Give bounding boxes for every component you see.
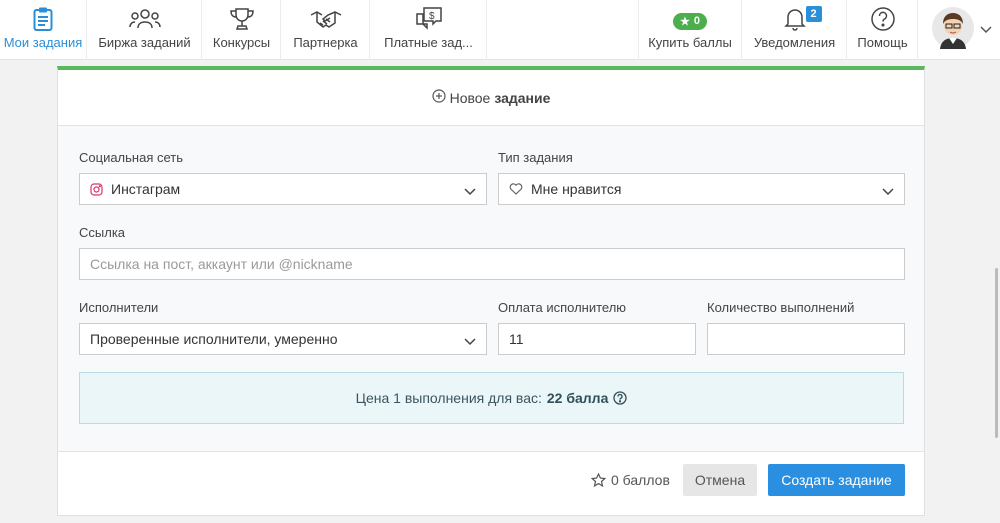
social-network-value: Инстаграм — [111, 181, 181, 197]
points-value: 0 баллов — [611, 472, 670, 488]
count-field[interactable] — [707, 323, 905, 355]
nav-exchange-label: Биржа заданий — [98, 35, 191, 50]
card-footer: 0 баллов Отмена Создать задание — [58, 452, 924, 516]
notifications-count: 2 — [805, 6, 822, 22]
stars-count: 0 — [693, 15, 700, 27]
nav-notifications-label: Уведомления — [753, 35, 836, 50]
nav-paid-tasks[interactable]: $ Платные зад... — [371, 0, 487, 60]
chevron-down-icon — [464, 183, 476, 199]
create-task-button[interactable]: Создать задание — [768, 464, 905, 496]
price-info-box: Цена 1 выполнения для вас: 22 балла — [79, 372, 904, 424]
nav-my-tasks-label: Мои задания — [3, 35, 83, 50]
clipboard-icon — [33, 6, 53, 32]
nav-partner[interactable]: Партнерка — [282, 0, 370, 60]
stars-badge: ★ 0 — [673, 12, 707, 30]
svg-text:$: $ — [429, 11, 435, 22]
new-task-card: Новое задание Социальная сеть Инстаграм … — [57, 66, 925, 516]
handshake-icon — [310, 6, 342, 32]
performers-label: Исполнители — [79, 300, 159, 315]
link-field[interactable] — [79, 248, 905, 280]
scrollbar[interactable] — [995, 268, 998, 438]
card-header: Новое задание — [58, 70, 924, 126]
price-prefix: Цена 1 выполнения для вас: — [355, 390, 542, 406]
cancel-button[interactable]: Отмена — [683, 464, 757, 496]
link-label: Ссылка — [79, 225, 126, 240]
points-summary: 0 баллов — [591, 472, 670, 488]
card-title-prefix: Новое — [449, 89, 491, 106]
question-circle-icon[interactable] — [613, 391, 628, 405]
help-icon — [870, 6, 896, 32]
count-input[interactable] — [718, 331, 894, 347]
nav-partner-label: Партнерка — [293, 35, 358, 50]
social-network-label: Социальная сеть — [79, 150, 183, 165]
user-menu[interactable] — [926, 0, 1000, 60]
chevron-down-icon — [464, 333, 476, 349]
star-icon: ★ — [680, 15, 690, 28]
payment-label: Оплата исполнителю — [498, 300, 627, 315]
price-value: 22 балла — [546, 390, 609, 406]
task-type-select[interactable]: Мне нравится — [498, 173, 905, 205]
avatar — [932, 6, 974, 54]
payment-input[interactable] — [509, 331, 685, 347]
trophy-icon — [229, 6, 255, 32]
payment-field[interactable] — [498, 323, 696, 355]
chevron-down-icon — [882, 183, 894, 199]
social-network-select[interactable]: Инстаграм — [79, 173, 487, 205]
task-type-value: Мне нравится — [531, 181, 622, 197]
card-title-bold: задание — [494, 89, 551, 106]
nav-help-label: Помощь — [857, 35, 908, 50]
count-label: Количество выполнений — [707, 300, 855, 315]
nav-buy-points[interactable]: ★ 0 Купить баллы — [638, 0, 742, 60]
nav-help[interactable]: Помощь — [848, 0, 918, 60]
bell-icon: 2 — [782, 6, 822, 32]
nav-paid-tasks-label: Платные зад... — [384, 35, 473, 50]
performers-select[interactable]: Проверенные исполнители, умеренно — [79, 323, 487, 355]
nav-exchange[interactable]: Биржа заданий — [88, 0, 202, 60]
buy-points-badge-wrap: ★ 0 — [673, 6, 707, 32]
heart-icon — [509, 183, 523, 195]
nav-contests-label: Конкурсы — [212, 35, 271, 50]
dollar-chat-icon: $ — [414, 6, 444, 32]
chevron-down-icon — [980, 21, 992, 39]
instagram-icon — [90, 182, 103, 196]
performers-value: Проверенные исполнители, умеренно — [90, 331, 338, 347]
star-outline-icon — [591, 472, 606, 488]
nav-buy-points-label: Купить баллы — [648, 35, 732, 50]
link-input[interactable] — [90, 256, 894, 272]
nav-contests[interactable]: Конкурсы — [203, 0, 281, 60]
nav-my-tasks[interactable]: Мои задания — [0, 0, 87, 60]
card-body: Социальная сеть Инстаграм Тип задания Мн… — [58, 126, 924, 452]
users-icon — [128, 6, 161, 32]
task-type-label: Тип задания — [498, 150, 573, 165]
nav-notifications[interactable]: 2 Уведомления — [743, 0, 847, 60]
plus-circle-icon — [431, 89, 446, 106]
top-navigation: Мои задания Биржа заданий Конкурсы Партн… — [0, 0, 1000, 60]
